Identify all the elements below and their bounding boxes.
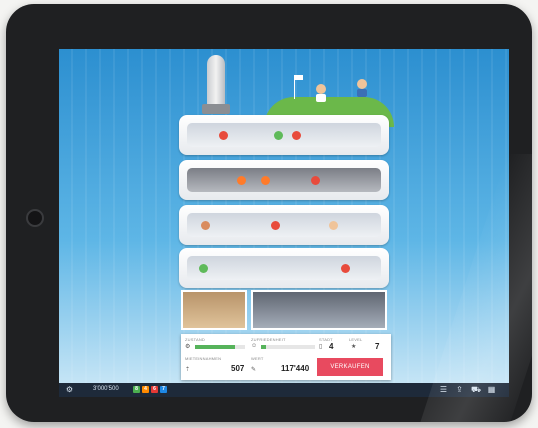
ground-floor[interactable] xyxy=(181,290,387,330)
stats-panel: ZUSTAND ⚙ ZUFRIEDENHEIT ☺ STADT 4 ▯ LEVE… xyxy=(181,334,391,380)
resident-icon[interactable] xyxy=(274,131,283,140)
coin-icon: ⇡ xyxy=(185,367,191,373)
zufriedenheit-bar-fill xyxy=(261,345,267,349)
floor-5[interactable] xyxy=(179,115,389,155)
floor-5-room xyxy=(187,123,381,147)
star-icon: ★ xyxy=(351,344,357,350)
smiley-icon: ☺ xyxy=(251,343,258,349)
city-icon: ▯ xyxy=(319,344,323,350)
resident-icon[interactable] xyxy=(237,176,246,185)
roof-character[interactable] xyxy=(357,79,367,97)
floor-3[interactable] xyxy=(179,205,389,245)
resident-icon[interactable] xyxy=(311,176,320,185)
resident-icon[interactable] xyxy=(201,221,210,230)
ground-room-right[interactable] xyxy=(251,290,387,330)
resident-icon[interactable] xyxy=(271,221,280,230)
resident-icon[interactable] xyxy=(341,264,350,273)
badge-blue[interactable]: 7 xyxy=(160,386,167,393)
resident-icon[interactable] xyxy=(261,176,270,185)
mieteinnahmen-label: MIETEINNAHMEN xyxy=(185,356,222,361)
zustand-bar xyxy=(195,345,245,349)
zustand-bar-fill xyxy=(195,345,235,349)
floor-2-room xyxy=(187,256,381,280)
sell-button[interactable]: VERKAUFEN xyxy=(317,358,383,376)
wrench-icon: ⚙ xyxy=(185,344,191,350)
game-screen: ZUSTAND ⚙ ZUFRIEDENHEIT ☺ STADT 4 ▯ LEVE… xyxy=(59,49,509,397)
floor-4-room xyxy=(187,168,381,192)
golf-flag-icon xyxy=(294,75,303,99)
stadt-value: 4 xyxy=(329,342,334,351)
level-value: 7 xyxy=(375,342,380,351)
wert-label: WERT xyxy=(251,356,264,361)
resident-icon[interactable] xyxy=(199,264,208,273)
floor-4[interactable] xyxy=(179,160,389,200)
resident-icon[interactable] xyxy=(219,131,228,140)
floor-2[interactable] xyxy=(179,248,389,288)
home-button[interactable] xyxy=(26,209,44,227)
gear-icon[interactable]: ⚙ xyxy=(65,385,74,394)
badge-green[interactable]: 8 xyxy=(133,386,140,393)
wert-value: 117'440 xyxy=(281,364,310,373)
badge-orange[interactable]: 4 xyxy=(142,386,149,393)
zufriedenheit-label: ZUFRIEDENHEIT xyxy=(251,337,286,342)
rocket-icon[interactable] xyxy=(202,55,230,114)
golfer-character[interactable] xyxy=(316,84,326,102)
resident-icon[interactable] xyxy=(292,131,301,140)
pencil-icon: ✎ xyxy=(251,367,257,373)
resident-icon[interactable] xyxy=(329,221,338,230)
zufriedenheit-bar xyxy=(261,345,315,349)
mieteinnahmen-value: 507 xyxy=(231,364,245,373)
money-counter: 3'000'500 xyxy=(93,386,119,392)
badge-red[interactable]: 6 xyxy=(151,386,158,393)
level-label: LEVEL xyxy=(349,337,363,342)
zustand-label: ZUSTAND xyxy=(185,337,205,342)
tablet-frame: ZUSTAND ⚙ ZUFRIEDENHEIT ☺ STADT 4 ▯ LEVE… xyxy=(6,4,532,422)
ground-room-left[interactable] xyxy=(181,290,247,330)
floor-3-room xyxy=(187,213,381,237)
